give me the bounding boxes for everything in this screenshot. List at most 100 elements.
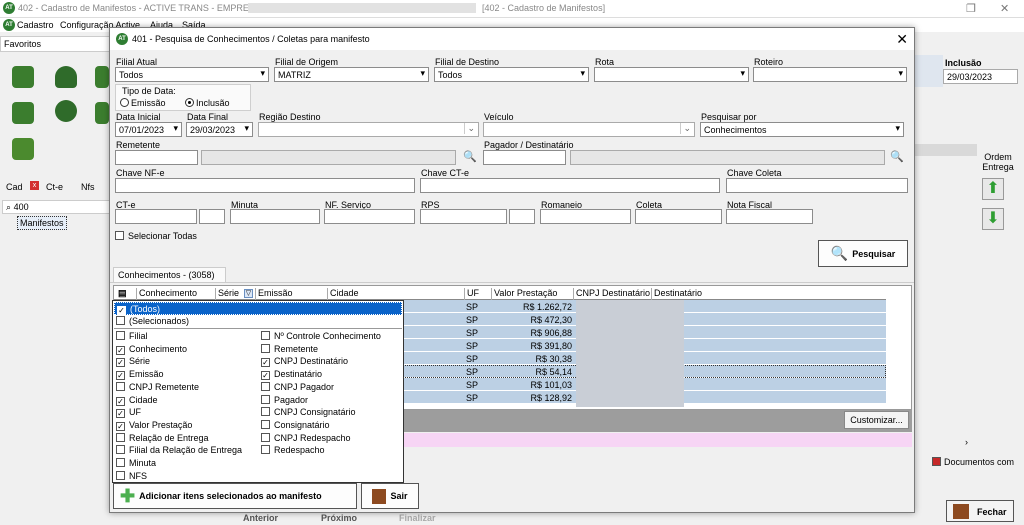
route-icon[interactable] bbox=[95, 102, 109, 124]
chave-coleta-input[interactable] bbox=[726, 178, 908, 193]
filter-option[interactable]: ✓ UF bbox=[116, 407, 141, 419]
filter-option[interactable]: Minuta bbox=[116, 458, 156, 468]
add-truck-icon[interactable] bbox=[12, 66, 34, 88]
chave-cte-label: Chave CT-e bbox=[421, 168, 470, 178]
tab-cte[interactable]: Ct-e bbox=[46, 182, 63, 192]
pesquisar-button[interactable]: 🔍 Pesquisar bbox=[818, 240, 908, 267]
check-icon: ✓ bbox=[117, 306, 126, 315]
redacted-destinatario bbox=[576, 300, 684, 407]
filter-option[interactable]: Pagador bbox=[261, 394, 309, 405]
filter-option[interactable]: CNPJ Consignatário bbox=[261, 407, 356, 417]
filter-option[interactable]: ✓ Série bbox=[116, 356, 150, 368]
filter-option[interactable]: NFS bbox=[116, 470, 147, 481]
pagador-search-icon[interactable]: 🔍 bbox=[887, 149, 907, 165]
driver-icon[interactable] bbox=[55, 100, 77, 122]
dialog-close-icon[interactable]: ✕ bbox=[896, 31, 908, 48]
finalizar-button[interactable]: Finalizar bbox=[399, 513, 436, 523]
pagador-code-input[interactable] bbox=[483, 150, 566, 165]
checkbox-icon bbox=[261, 419, 270, 429]
selecionar-todas-checkbox[interactable]: Selecionar Todas bbox=[115, 231, 197, 241]
filter-option[interactable]: ✓ Cidade bbox=[116, 395, 158, 406]
bg-scroll-arrow[interactable]: › bbox=[913, 437, 1013, 449]
filter-option[interactable]: Consignatário bbox=[261, 419, 330, 430]
menu-cadastro[interactable]: Cadastro bbox=[17, 20, 54, 30]
filter-option-todos[interactable]: ✓ (Todos) bbox=[114, 302, 402, 315]
romaneio-input[interactable] bbox=[540, 209, 631, 224]
remetente-code-input[interactable] bbox=[115, 150, 198, 165]
cte-serie-input[interactable] bbox=[199, 209, 225, 224]
filial-destino-select[interactable]: Todos bbox=[434, 67, 589, 82]
inclusao-value[interactable]: 29/03/2023 bbox=[943, 69, 1018, 84]
vehicles-icon[interactable] bbox=[95, 66, 109, 88]
data-inicial-picker[interactable]: 07/01/2023 bbox=[115, 122, 182, 137]
tab-conhecimentos[interactable]: Conhecimentos - (3058) bbox=[113, 267, 226, 282]
filter-option[interactable]: ✓ Valor Prestação bbox=[116, 420, 192, 431]
rps-serie-input[interactable] bbox=[509, 209, 535, 224]
nf-servico-input[interactable] bbox=[324, 209, 415, 224]
warehouse-icon[interactable] bbox=[12, 138, 34, 160]
bg-search-input[interactable]: ⌕ 400 bbox=[2, 200, 110, 214]
veiculo-select[interactable] bbox=[483, 122, 695, 137]
filter-todos-label: (Todos) bbox=[130, 304, 161, 314]
filter-option[interactable]: Filial da Relação de Entrega bbox=[116, 445, 242, 455]
radio-emissao-label: Emissão bbox=[131, 98, 166, 108]
restore-icon[interactable]: ❐ bbox=[966, 2, 976, 15]
checkbox-icon bbox=[116, 445, 125, 455]
move-up-icon[interactable]: ⬆ bbox=[982, 178, 1004, 200]
sair-button[interactable]: Sair bbox=[361, 483, 419, 509]
filter-option[interactable]: Nº Controle Conhecimento bbox=[261, 331, 381, 341]
favorites-bar[interactable]: Favoritos bbox=[0, 36, 110, 52]
filter-option-selecionados[interactable]: (Selecionados) bbox=[116, 316, 189, 326]
chave-nfe-input[interactable] bbox=[115, 178, 415, 193]
anterior-button[interactable]: Anterior bbox=[243, 513, 278, 523]
filter-icon[interactable]: ▽ bbox=[244, 289, 253, 298]
chave-cte-input[interactable] bbox=[420, 178, 720, 193]
filter-option[interactable]: ✓ CNPJ Destinatário bbox=[261, 356, 348, 368]
remetente-search-icon[interactable]: 🔍 bbox=[460, 149, 480, 165]
dialog-title: 401 - Pesquisa de Conhecimentos / Coleta… bbox=[132, 34, 370, 44]
minuta-input[interactable] bbox=[230, 209, 320, 224]
filial-origem-select[interactable]: MATRIZ bbox=[274, 67, 429, 82]
filter-option[interactable]: ✓ Destinatário bbox=[261, 369, 323, 381]
close-window-icon[interactable]: ✕ bbox=[1000, 2, 1009, 15]
customizar-button[interactable]: Customizar... bbox=[844, 411, 909, 429]
cte-input[interactable] bbox=[115, 209, 197, 224]
close-tab-icon[interactable]: x bbox=[30, 181, 39, 190]
filter-option[interactable]: CNPJ Redespacho bbox=[261, 432, 351, 443]
rota-select[interactable] bbox=[594, 67, 749, 82]
user-icon[interactable] bbox=[55, 66, 77, 88]
filter-option[interactable]: CNPJ Pagador bbox=[261, 381, 334, 392]
truck-icon[interactable] bbox=[12, 102, 34, 124]
roteiro-select[interactable] bbox=[753, 67, 907, 82]
filial-atual-select[interactable]: Todos bbox=[115, 67, 269, 82]
filter-option-label: Pagador bbox=[274, 394, 309, 405]
filter-selecionados-label: (Selecionados) bbox=[129, 316, 190, 326]
data-inicial-label: Data Inicial bbox=[116, 112, 161, 122]
radio-inclusao[interactable]: Inclusão bbox=[185, 98, 230, 108]
filter-option-label: CNPJ Consignatário bbox=[274, 407, 356, 418]
proximo-button[interactable]: Próximo bbox=[321, 513, 357, 523]
nota-fiscal-input[interactable] bbox=[726, 209, 813, 224]
rps-input[interactable] bbox=[420, 209, 507, 224]
radio-emissao[interactable]: Emissão bbox=[120, 98, 166, 108]
filter-option[interactable]: Relação de Entrega bbox=[116, 432, 209, 443]
adicionar-button[interactable]: ✚ Adicionar itens selecionados ao manifes… bbox=[113, 483, 357, 509]
tab-nfs[interactable]: Nfs bbox=[81, 182, 95, 192]
filter-option[interactable]: Filial bbox=[116, 331, 148, 341]
filter-option[interactable]: Redespacho bbox=[261, 445, 325, 455]
regiao-destino-select[interactable] bbox=[258, 122, 479, 137]
pesquisar-por-select[interactable]: Conhecimentos bbox=[700, 122, 904, 137]
filter-option[interactable]: ✓ Emissão bbox=[116, 369, 164, 381]
tab-cad[interactable]: Cad bbox=[6, 182, 23, 192]
data-final-picker[interactable]: 29/03/2023 bbox=[186, 122, 253, 137]
move-down-icon[interactable]: ⬇ bbox=[982, 208, 1004, 230]
filter-option-label: Destinatário bbox=[274, 369, 323, 380]
checked-box-icon: ✓ bbox=[116, 421, 125, 431]
rota-label: Rota bbox=[595, 57, 615, 67]
filter-option[interactable]: ✓ Conhecimento bbox=[116, 344, 187, 355]
filter-option[interactable]: CNPJ Remetente bbox=[116, 381, 199, 392]
fechar-button[interactable]: Fechar bbox=[946, 500, 1014, 522]
coleta-input[interactable] bbox=[635, 209, 722, 224]
filter-option[interactable]: Remetente bbox=[261, 343, 318, 354]
tree-item-manifestos[interactable]: Manifestos bbox=[17, 216, 67, 230]
